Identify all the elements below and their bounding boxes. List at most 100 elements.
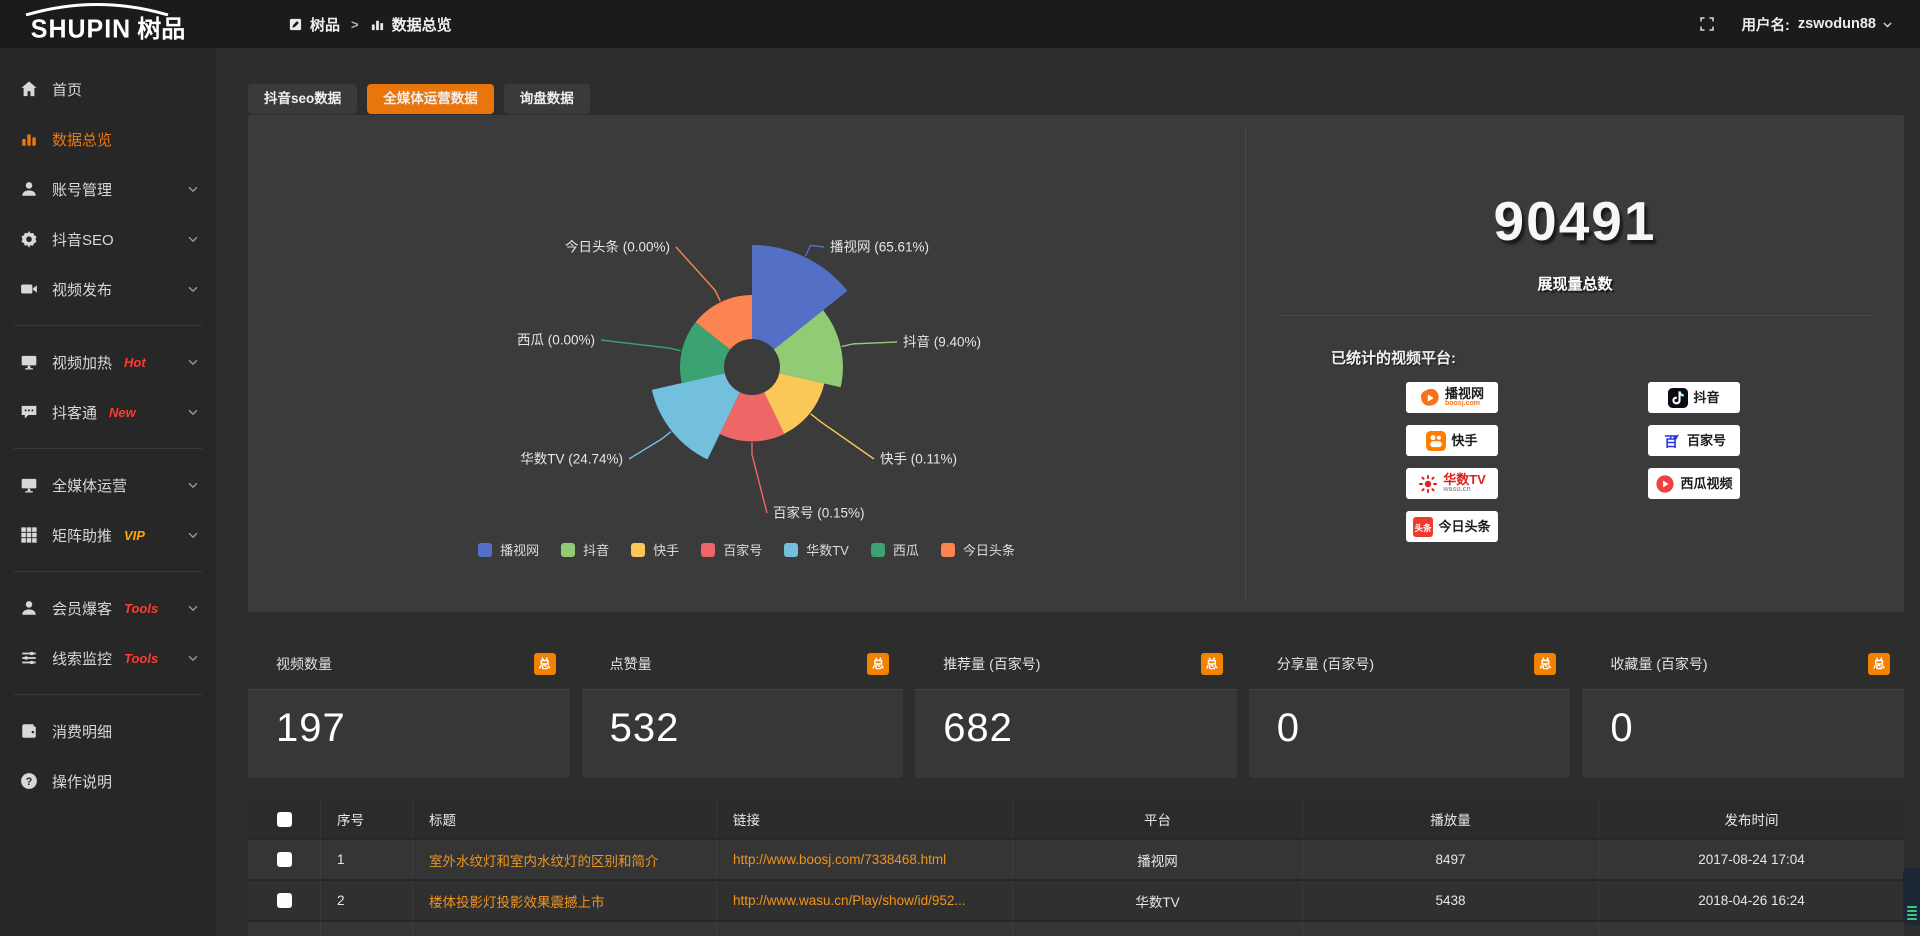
chevron-down-icon [186,651,200,665]
metric-card-total-badge[interactable]: 总 [1201,653,1223,675]
legend-swatch [941,543,955,557]
user-menu[interactable]: 用户名: zswodun88 [1741,14,1894,35]
legend-item-华数TV[interactable]: 华数TV [784,540,849,559]
table-cell [248,881,321,920]
legend-label: 华数TV [806,540,849,559]
fullscreen-icon[interactable] [1699,16,1715,32]
metric-card-value: 682 [915,690,1237,751]
legend-item-今日头条[interactable]: 今日头条 [941,540,1015,559]
sidebar-divider [14,571,202,572]
help-icon: ? [20,772,38,790]
platform-badge-name: 快手 [1451,434,1477,448]
legend-item-百家号[interactable]: 百家号 [701,540,762,559]
table-cell: 8497 [1303,840,1599,879]
video-title-link[interactable]: 室外水纹灯和室内水纹灯的区别和简介 [429,850,659,870]
table-cell [717,922,1013,936]
metric-card-total-badge[interactable]: 总 [1534,653,1556,675]
tab-bar: 抖音seo数据全媒体运营数据询盘数据 [248,84,590,114]
pie-chart-region: 播视网 (65.61%)抖音 (9.40%)快手 (0.11%)百家号 (0.1… [248,115,1245,612]
sidebar-item-label: 数据总览 [52,129,112,150]
sidebar-item-线索监控[interactable]: 线索监控Tools [0,633,216,683]
metric-card-header: 收藏量 (百家号) 总 [1582,638,1904,690]
sidebar-item-视频发布[interactable]: 视频发布 [0,264,216,314]
table-cell: 楼体投影灯投影效果震撼上市 [413,881,717,920]
sidebar-item-抖客通[interactable]: 抖客通New [0,387,216,437]
platform-badge-西瓜视频: 西瓜视频 [1648,468,1740,499]
sidebar-item-label: 操作说明 [52,771,112,792]
sidebar-item-label: 首页 [52,79,82,100]
sidebar-item-操作说明[interactable]: ? 操作说明 [0,756,216,806]
metric-card-label: 收藏量 (百家号) [1610,654,1707,674]
legend-item-快手[interactable]: 快手 [631,540,679,559]
select-all-checkbox[interactable] [277,812,292,827]
metric-card-total-badge[interactable]: 总 [1868,653,1890,675]
side-float-widget[interactable] [1903,868,1920,925]
sidebar-item-badge: VIP [124,528,145,543]
metric-card-value: 532 [582,690,904,751]
breadcrumb-root[interactable]: 树品 [310,14,340,35]
platform-badge-快手: 快手 [1406,425,1498,456]
table-cell: 华数TV [1013,881,1303,920]
legend-item-抖音[interactable]: 抖音 [561,540,609,559]
table-header-cell: 标题 [413,800,717,838]
tab-询盘数据[interactable]: 询盘数据 [504,84,590,114]
pie-label-line [676,247,720,301]
pie-label-line [805,245,824,256]
video-url-link[interactable]: http://www.boosj.com/7338468.html [733,852,946,867]
legend-item-西瓜[interactable]: 西瓜 [871,540,919,559]
sidebar-item-会员爆客[interactable]: 会员爆客Tools [0,583,216,633]
platform-badge-name: 播视网 [1445,387,1484,401]
table-row: 2楼体投影灯投影效果震撼上市http://www.wasu.cn/Play/sh… [248,881,1904,922]
platform-badge-text: 快手 [1451,434,1477,448]
metric-card-header: 点赞量总 [582,638,904,690]
tab-全媒体运营数据[interactable]: 全媒体运营数据 [367,84,494,114]
table-cell [1303,922,1599,936]
sidebar-item-badge: Hot [124,355,146,370]
legend-swatch [478,543,492,557]
legend-label: 今日头条 [963,540,1015,559]
app-logo[interactable]: SHUPIN 树品 [0,0,216,48]
video-url-link[interactable]: http://www.wasu.cn/Play/show/id/952... [733,893,966,908]
tab-抖音seo数据[interactable]: 抖音seo数据 [248,84,357,114]
chevron-down-icon [186,282,200,296]
pie-slice-华数TV[interactable] [652,373,740,459]
row-checkbox[interactable] [277,893,292,908]
table-cell [248,922,321,936]
video-title-link[interactable]: 楼体投影灯投影效果震撼上市 [429,891,605,911]
sidebar-item-badge: Tools [124,601,158,616]
pie-label: 西瓜 (0.00%) [517,333,595,348]
chevron-down-icon [1881,18,1894,31]
sidebar-item-账号管理[interactable]: 账号管理 [0,164,216,214]
legend-item-播视网[interactable]: 播视网 [478,540,539,559]
sidebar-item-全媒体运营[interactable]: 全媒体运营 [0,460,216,510]
breadcrumb: 树品 > 数据总览 [288,14,452,35]
row-checkbox[interactable] [277,852,292,867]
metric-card-视频数量: 视频数量总197 [248,638,570,778]
video-icon [20,280,38,298]
sidebar-item-抖音SEO[interactable]: 抖音SEO [0,214,216,264]
sidebar-item-badge: Tools [124,651,158,666]
platform-badge-今日头条: 头条今日头条 [1406,511,1498,542]
table-cell [248,840,321,879]
sliders-icon [20,649,38,667]
pie-label-line [601,340,681,351]
sidebar-item-视频加热[interactable]: 视频加热Hot [0,337,216,387]
monitor-icon [20,353,38,371]
sidebar-item-数据总览[interactable]: 数据总览 [0,114,216,164]
chevron-down-icon [186,355,200,369]
metric-card-total-badge[interactable]: 总 [867,653,889,675]
widget-bar [1907,918,1917,920]
username-value: zswodun88 [1798,16,1876,32]
pie-label: 百家号 (0.15%) [773,505,865,521]
platform-badge-name: 今日头条 [1438,520,1490,534]
sidebar-item-消费明细[interactable]: 消费明细 [0,706,216,756]
sidebar-item-首页[interactable]: 首页 [0,64,216,114]
platform-badge-text: 抖音 [1693,391,1719,405]
sidebar-item-矩阵助推[interactable]: 矩阵助推VIP [0,510,216,560]
metric-card-total-badge[interactable]: 总 [534,653,556,675]
logo-text: SHUPIN [31,14,131,44]
platform-badge-name: 西瓜视频 [1680,477,1732,491]
legend-swatch [631,543,645,557]
platform-badges-left: 播视网boosj.com快手华数TVwasu.cn头条今日头条 [1406,382,1498,542]
pie-label: 华数TV (24.74%) [520,452,623,467]
